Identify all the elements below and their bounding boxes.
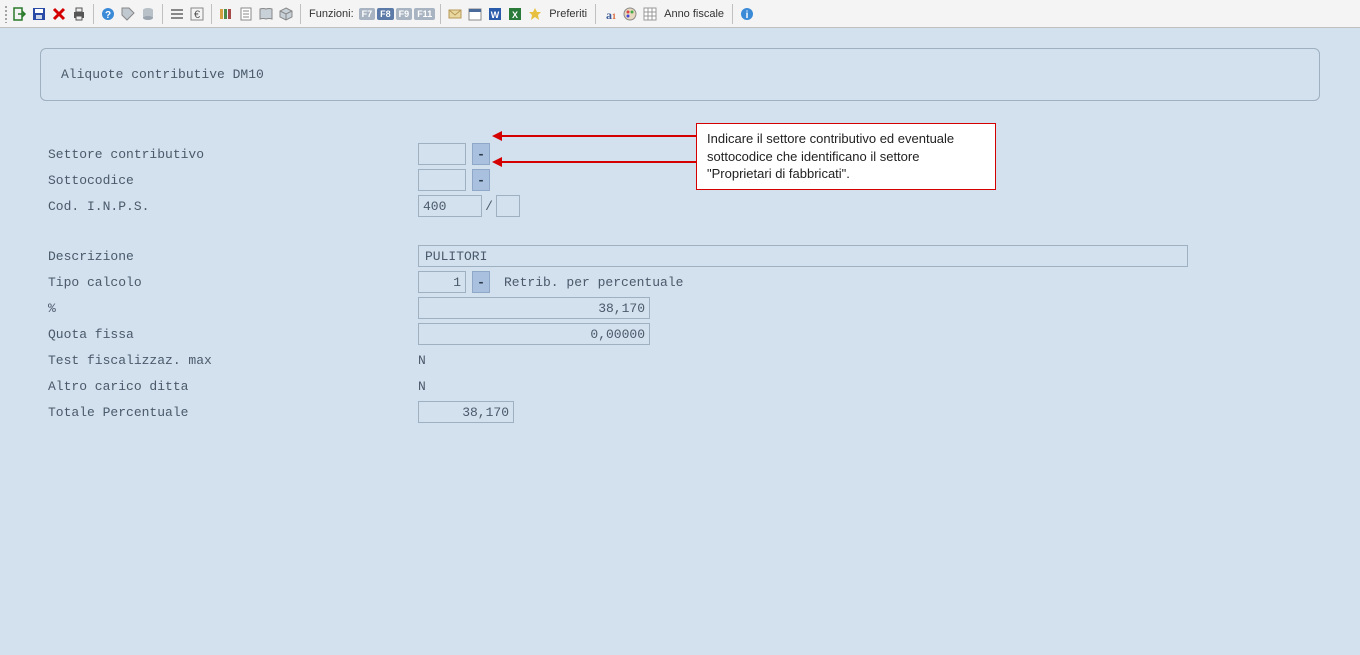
euro-icon[interactable]: € [188, 5, 206, 23]
word-icon[interactable]: W [486, 5, 504, 23]
books-icon[interactable] [217, 5, 235, 23]
palette-icon[interactable] [621, 5, 639, 23]
settore-label: Settore contributivo [48, 147, 418, 162]
settore-lookup-button[interactable]: - [472, 143, 490, 165]
database-icon[interactable] [139, 5, 157, 23]
callout-arrowhead-1 [492, 131, 502, 141]
save-icon[interactable] [30, 5, 48, 23]
svg-text:?: ? [105, 10, 111, 21]
altro-carico-label: Altro carico ditta [48, 379, 418, 394]
cube-icon[interactable] [277, 5, 295, 23]
descrizione-label: Descrizione [48, 249, 418, 264]
svg-text:1: 1 [612, 12, 616, 21]
anno-fiscale-label[interactable]: Anno fiscale [661, 8, 727, 20]
grid-icon[interactable] [641, 5, 659, 23]
tipo-calcolo-desc: Retrib. per percentuale [504, 275, 683, 290]
star-icon[interactable] [526, 5, 544, 23]
cod-inps-field[interactable]: 400 [418, 195, 482, 217]
calendar-icon[interactable] [466, 5, 484, 23]
cod-inps-label: Cod. I.N.P.S. [48, 199, 418, 214]
svg-text:W: W [491, 10, 500, 20]
cod-inps-suffix-field[interactable] [496, 195, 520, 217]
info-icon[interactable]: i [738, 5, 756, 23]
test-fisc-value: N [418, 353, 426, 368]
svg-text:€: € [194, 9, 200, 21]
slash-separator: / [482, 199, 496, 214]
quota-fissa-field[interactable]: 0,00000 [418, 323, 650, 345]
grip-icon [4, 5, 8, 23]
f9-key[interactable]: F9 [396, 8, 413, 20]
totale-perc-field: 38,170 [418, 401, 514, 423]
tipo-calcolo-label: Tipo calcolo [48, 275, 418, 290]
percent-field[interactable]: 38,170 [418, 297, 650, 319]
delete-icon[interactable] [50, 5, 68, 23]
svg-text:X: X [512, 10, 518, 20]
sottocodice-field[interactable] [418, 169, 466, 191]
f11-key[interactable]: F11 [414, 8, 435, 20]
book-icon[interactable] [257, 5, 275, 23]
document-icon[interactable] [237, 5, 255, 23]
f8-key[interactable]: F8 [377, 8, 394, 20]
exit-icon[interactable] [10, 5, 28, 23]
settore-field[interactable] [418, 143, 466, 165]
callout-box: Indicare il settore contributivo ed even… [696, 123, 996, 190]
content-area: Aliquote contributive DM10 Settore contr… [0, 28, 1360, 445]
callout-arrow-2 [500, 161, 696, 163]
callout-arrow-1 [500, 135, 696, 137]
tipo-calcolo-lookup-button[interactable]: - [472, 271, 490, 293]
print-icon[interactable] [70, 5, 88, 23]
excel-icon[interactable]: X [506, 5, 524, 23]
quota-fissa-label: Quota fissa [48, 327, 418, 342]
font-icon[interactable]: a1 [601, 5, 619, 23]
panel-title: Aliquote contributive DM10 [40, 48, 1320, 101]
svg-text:i: i [746, 10, 749, 21]
percent-label: % [48, 301, 418, 316]
funzioni-label: Funzioni: [306, 8, 357, 20]
altro-carico-value: N [418, 379, 426, 394]
sottocodice-label: Sottocodice [48, 173, 418, 188]
f7-key[interactable]: F7 [359, 8, 376, 20]
help-icon[interactable]: ? [99, 5, 117, 23]
tipo-calcolo-field[interactable]: 1 [418, 271, 466, 293]
main-toolbar: ? € Funzioni: F7 F8 F9 F11 W X Preferiti… [0, 0, 1360, 28]
mail-icon[interactable] [446, 5, 464, 23]
totale-perc-label: Totale Percentuale [48, 405, 418, 420]
tag-icon[interactable] [119, 5, 137, 23]
callout-arrowhead-2 [492, 157, 502, 167]
descrizione-field[interactable]: PULITORI [418, 245, 1188, 267]
test-fisc-label: Test fiscalizzaz. max [48, 353, 418, 368]
sottocodice-lookup-button[interactable]: - [472, 169, 490, 191]
preferiti-label[interactable]: Preferiti [546, 8, 590, 20]
list-icon[interactable] [168, 5, 186, 23]
form-area: Settore contributivo - Sottocodice - Cod… [40, 141, 1320, 425]
